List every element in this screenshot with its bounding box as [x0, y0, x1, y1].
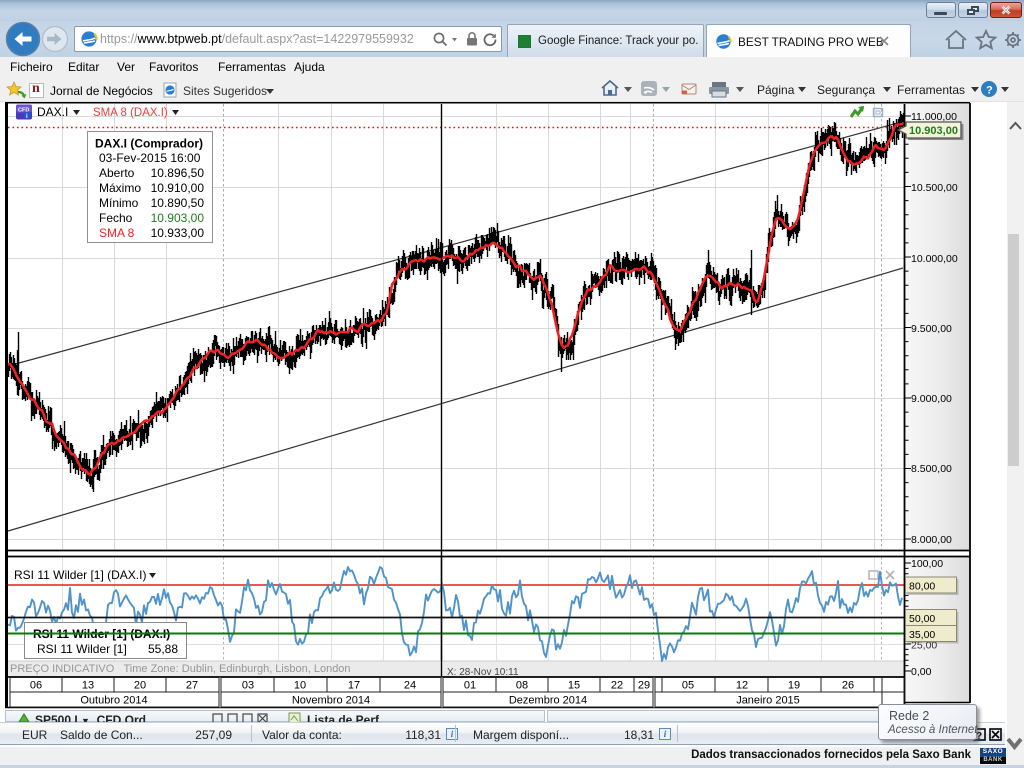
svg-text:50,00: 50,00 [909, 613, 935, 625]
svg-text:10.000,00: 10.000,00 [911, 253, 958, 265]
svg-text:10.500,00: 10.500,00 [911, 182, 958, 194]
svg-text:PREÇO INDICATIVO Time Zone:: PREÇO INDICATIVO Time Zone: Dublin, Edin… [10, 663, 351, 675]
svg-text:0,00: 0,00 [911, 666, 932, 678]
svg-text:11.000,00: 11.000,00 [911, 111, 957, 123]
svg-text:Fecho: Fecho [99, 211, 133, 225]
svg-text:Dezembro 2014: Dezembro 2014 [509, 695, 587, 707]
svg-text:9.500,00: 9.500,00 [911, 323, 952, 335]
svg-text:Outubro 2014: Outubro 2014 [80, 695, 147, 707]
svg-text:06: 06 [30, 680, 42, 692]
svg-text:?: ? [986, 85, 993, 97]
svg-text:10.903,00: 10.903,00 [909, 125, 958, 137]
svg-text:SMA 8: SMA 8 [99, 226, 135, 240]
svg-text:19: 19 [788, 680, 800, 692]
svg-text:05: 05 [682, 680, 694, 692]
svg-text:RSI 11 Wilder [1]: RSI 11 Wilder [1] [37, 642, 127, 656]
svg-text:20: 20 [134, 680, 146, 692]
svg-text:26: 26 [842, 680, 854, 692]
svg-text:03: 03 [242, 680, 254, 692]
svg-text:Segurança: Segurança [817, 83, 875, 97]
svg-text:10.890,50: 10.890,50 [151, 196, 205, 210]
svg-text:Máximo: Máximo [99, 181, 141, 195]
svg-text:9.000,00: 9.000,00 [911, 393, 952, 405]
svg-text:8.000,00: 8.000,00 [911, 534, 952, 546]
svg-text:13: 13 [82, 680, 94, 692]
svg-text:DAX.I (Comprador): DAX.I (Comprador) [95, 137, 203, 151]
svg-text:Ferramentas: Ferramentas [897, 83, 965, 97]
svg-text:24: 24 [404, 680, 416, 692]
svg-text:01: 01 [464, 680, 476, 692]
svg-text:Página: Página [757, 83, 795, 97]
svg-text:22: 22 [611, 680, 623, 692]
svg-text:10.903,00: 10.903,00 [151, 211, 205, 225]
svg-text:27: 27 [186, 680, 198, 692]
svg-text:80,00: 80,00 [909, 581, 935, 593]
svg-text:Aberto: Aberto [99, 166, 135, 180]
svg-text:Janeiro 2015: Janeiro 2015 [736, 695, 800, 707]
svg-text:55,88: 55,88 [148, 642, 178, 656]
svg-text:Mínimo: Mínimo [99, 196, 139, 210]
svg-text:Novembro 2014: Novembro 2014 [292, 695, 370, 707]
svg-text:8.500,00: 8.500,00 [911, 463, 952, 475]
svg-text:10.910,00: 10.910,00 [151, 181, 205, 195]
svg-text:08: 08 [516, 680, 528, 692]
svg-text:10.896,50: 10.896,50 [151, 166, 205, 180]
svg-text:SMA 8 (DAX.I): SMA 8 (DAX.I) [93, 107, 168, 119]
svg-text:35,00: 35,00 [909, 629, 935, 641]
svg-text:12: 12 [736, 680, 748, 692]
svg-text:100,00: 100,00 [911, 558, 943, 570]
svg-text:10.933,00: 10.933,00 [151, 226, 205, 240]
svg-text:RSI 11 Wilder [1] (DAX.I): RSI 11 Wilder [1] (DAX.I) [14, 568, 146, 582]
svg-text:DAX.I: DAX.I [37, 105, 68, 119]
svg-text:03-Fev-2015 16:00: 03-Fev-2015 16:00 [99, 151, 201, 165]
svg-text:15: 15 [568, 680, 580, 692]
svg-text:10: 10 [294, 680, 306, 692]
svg-text:29: 29 [638, 680, 650, 692]
svg-text:17: 17 [348, 680, 360, 692]
